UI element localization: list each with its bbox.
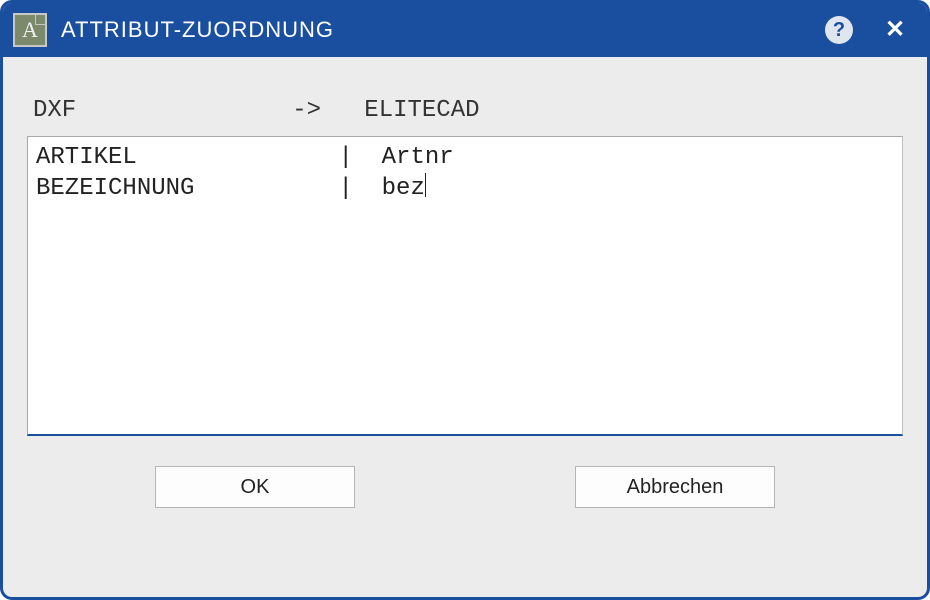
mapping-textarea[interactable]: ARTIKEL | ArtnrBEZEICHNUNG | bez — [27, 136, 903, 436]
cancel-button[interactable]: Abbrechen — [575, 466, 775, 508]
mapping-line: ARTIKEL | Artnr — [36, 143, 894, 173]
close-icon[interactable]: ✕ — [881, 18, 909, 42]
mapping-line: BEZEICHNUNG | bez — [36, 173, 894, 204]
window-title: ATTRIBUT-ZUORDNUNG — [61, 17, 811, 43]
dialog-button-row: OK Abbrechen — [27, 436, 903, 518]
column-header-row: DXF -> ELITECAD — [27, 97, 903, 136]
help-icon[interactable]: ? — [825, 16, 853, 44]
app-icon: A — [13, 13, 47, 47]
dialog-content: DXF -> ELITECAD ARTIKEL | ArtnrBEZEICHNU… — [3, 57, 927, 597]
ok-button[interactable]: OK — [155, 466, 355, 508]
titlebar-actions: ? ✕ — [825, 16, 909, 44]
text-caret — [425, 173, 426, 197]
header-dxf: DXF — [33, 97, 76, 124]
attribute-mapping-dialog: A ATTRIBUT-ZUORDNUNG ? ✕ DXF -> ELITECAD… — [0, 0, 930, 600]
header-elitecad: ELITECAD — [364, 97, 479, 124]
titlebar: A ATTRIBUT-ZUORDNUNG ? ✕ — [3, 3, 927, 57]
header-arrow: -> — [292, 97, 321, 124]
